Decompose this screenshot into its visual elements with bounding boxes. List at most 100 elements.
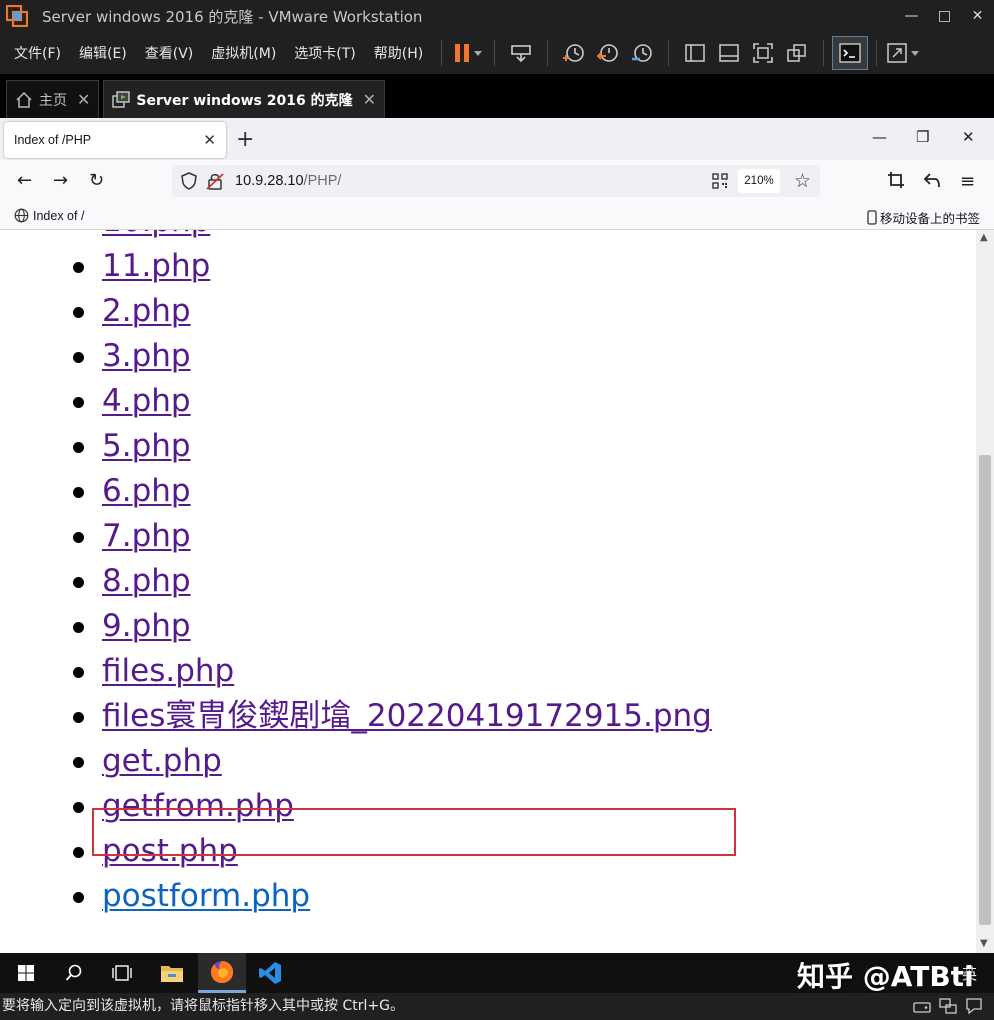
file-link[interactable]: 5.php [102, 428, 191, 464]
toolbar-divider [494, 40, 496, 66]
tab-label: Server windows 2016 的克隆 [136, 92, 353, 109]
revert-snapshot-button[interactable] [591, 37, 625, 69]
send-ctrl-alt-del-button[interactable] [504, 37, 538, 69]
browser-tab-index-php[interactable]: Index of /PHP ✕ [4, 122, 226, 158]
back-arrow-icon[interactable]: ← [17, 172, 32, 190]
close-tab-icon[interactable]: ✕ [363, 90, 376, 109]
insecure-lock-icon[interactable] [206, 171, 224, 195]
file-link[interactable]: getfrom.php [102, 788, 294, 824]
shield-icon[interactable] [180, 171, 198, 195]
snapshot-button[interactable] [557, 37, 591, 69]
page-content: 10.php 11.php 2.php 3.php 4.php 5.php 6.php 7.p… [0, 230, 976, 953]
keyboard-icon [511, 45, 532, 63]
list-item: 11.php [0, 244, 712, 289]
file-link[interactable]: 10.php [102, 230, 210, 239]
list-item: get.php [0, 739, 712, 784]
start-button[interactable] [2, 953, 50, 993]
unity-button[interactable] [780, 37, 814, 69]
browser-restore-button[interactable]: ❐ [916, 128, 929, 146]
directory-listing: 10.php 11.php 2.php 3.php 4.php 5.php 6.php 7.p… [0, 230, 712, 919]
menu-tabs[interactable]: 选项卡(T) [285, 43, 364, 63]
screenshot-crop-icon[interactable] [887, 171, 905, 193]
maximize-button[interactable]: □ [928, 8, 961, 24]
library-view-button[interactable] [678, 37, 712, 69]
file-link[interactable]: 3.php [102, 338, 191, 374]
menu-file[interactable]: 文件(F) [0, 43, 70, 63]
undo-arrow-icon[interactable] [923, 171, 941, 193]
tab-vm[interactable]: Server windows 2016 的克隆 ✕ [103, 80, 386, 118]
file-link[interactable]: get.php [102, 743, 222, 779]
qr-code-icon[interactable] [712, 173, 728, 193]
home-icon [15, 91, 33, 109]
menu-vm[interactable]: 虚拟机(M) [202, 43, 285, 63]
list-item: post.php [0, 829, 712, 874]
file-link[interactable]: 9.php [102, 608, 191, 644]
file-link[interactable]: 4.php [102, 383, 191, 419]
browser-close-button[interactable]: ✕ [962, 128, 975, 146]
scroll-down-arrow-icon[interactable]: ▼ [980, 938, 988, 949]
snapshot-manager-icon [632, 44, 653, 62]
address-bar[interactable]: 10.9.28.10/PHP/ 210% ☆ [172, 165, 820, 197]
list-item: 5.php [0, 424, 712, 469]
hard-disk-icon[interactable] [912, 997, 932, 1020]
message-icon[interactable] [964, 997, 984, 1020]
list-item: 7.php [0, 514, 712, 559]
menu-edit[interactable]: 编辑(E) [70, 43, 136, 63]
scrollbar-thumb[interactable] [979, 455, 991, 925]
browser-tab-bar: Index of /PHP ✕ + — ❐ ✕ [0, 118, 994, 160]
snapshot-manager-button[interactable] [625, 37, 659, 69]
status-message: 要将输入定向到该虚拟机，请将鼠标指针移入其中或按 Ctrl+G。 [2, 998, 404, 1014]
vm-icon [112, 90, 131, 109]
menu-view[interactable]: 查看(V) [136, 43, 203, 63]
task-view-button[interactable] [98, 953, 146, 993]
minimize-button[interactable]: — [895, 8, 928, 24]
file-link[interactable]: 8.php [102, 563, 191, 599]
vscode-taskbar-button[interactable] [246, 953, 294, 993]
url-text[interactable]: 10.9.28.10/PHP/ [235, 173, 341, 189]
toolbar-divider [547, 40, 549, 66]
forward-arrow-icon[interactable]: → [53, 172, 68, 190]
firefox-taskbar-button[interactable] [198, 953, 246, 993]
network-icon[interactable] [938, 997, 958, 1020]
reload-icon[interactable]: ↻ [89, 172, 104, 190]
file-link[interactable]: postform.php [102, 878, 310, 914]
list-item: 10.php [0, 230, 712, 244]
scroll-up-arrow-icon[interactable]: ▲ [980, 232, 988, 243]
toolbar-divider [441, 40, 443, 66]
zoom-level-badge[interactable]: 210% [738, 169, 780, 193]
toolbar-divider [668, 40, 670, 66]
file-link[interactable]: 11.php [102, 248, 210, 284]
file-link[interactable]: post.php [102, 833, 238, 869]
file-link[interactable]: files.php [102, 653, 234, 689]
list-item: 6.php [0, 469, 712, 514]
hamburger-menu-icon[interactable]: ≡ [960, 171, 975, 192]
thumbnail-view-button[interactable] [712, 37, 746, 69]
tab-home[interactable]: 主页 ✕ [6, 80, 100, 118]
bookmark-index[interactable]: Index of / [14, 208, 84, 223]
menu-help[interactable]: 帮助(H) [365, 43, 432, 63]
vertical-scrollbar[interactable]: ▲ ▼ [976, 230, 994, 953]
close-tab-icon[interactable]: ✕ [77, 90, 90, 109]
fullscreen-button[interactable] [746, 37, 780, 69]
file-link[interactable]: 2.php [102, 293, 191, 329]
tab-label: 主页 [39, 92, 67, 109]
file-link-highlighted[interactable]: files寰冑俊鍥剧墖_20220419172915.png [102, 698, 712, 734]
revert-icon [596, 44, 619, 62]
file-explorer-button[interactable] [148, 953, 196, 993]
close-icon[interactable]: ✕ [203, 131, 216, 149]
bookmark-star-icon[interactable]: ☆ [794, 170, 811, 193]
browser-minimize-button[interactable]: — [872, 128, 887, 146]
terminal-icon [839, 43, 861, 63]
pause-button[interactable] [451, 37, 485, 69]
globe-icon [14, 208, 29, 223]
new-tab-button[interactable]: + [236, 127, 254, 152]
search-button[interactable] [50, 953, 98, 993]
console-view-button[interactable] [832, 36, 869, 70]
thumbnail-icon [719, 44, 739, 62]
mobile-bookmarks[interactable]: 移动设备上的书签 [867, 208, 980, 227]
close-button[interactable]: ✕ [961, 8, 994, 24]
file-link[interactable]: 7.php [102, 518, 191, 554]
file-link[interactable]: 6.php [102, 473, 191, 509]
guest-browser-window: Index of /PHP ✕ + — ❐ ✕ ← → ↻ 10.9.28.10… [0, 118, 994, 953]
stretch-guest-button[interactable] [886, 37, 920, 69]
